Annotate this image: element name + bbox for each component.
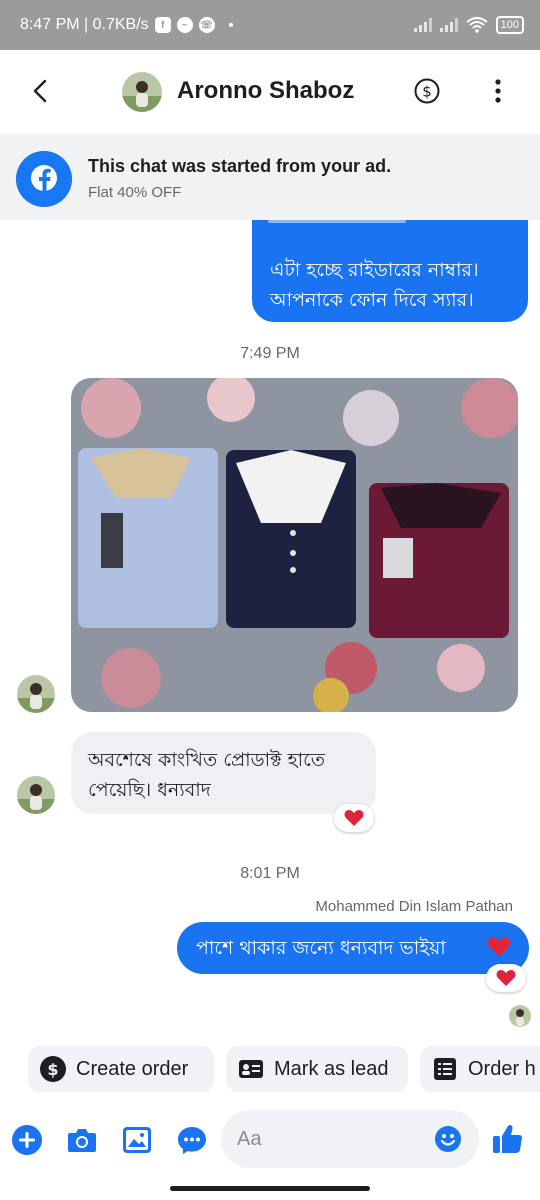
more-options-icon[interactable]	[488, 78, 508, 104]
contact-card-icon	[239, 1060, 263, 1078]
contact-avatar[interactable]	[122, 72, 162, 112]
contact-avatar-small[interactable]	[17, 675, 55, 713]
svg-text:$: $	[47, 1060, 58, 1079]
message-text: পাশে থাকার জন্যে ধন্যবাদ ভাইয়া	[196, 937, 446, 959]
heart-emoji-icon	[487, 937, 511, 957]
mark-as-lead-label: Mark as lead	[274, 1057, 389, 1080]
message-text: আপনাকে ফোন দিবে স্যার।	[270, 289, 474, 311]
message-text: এটা হচ্ছে রাইডারের নাম্বার।	[270, 259, 479, 281]
battery-icon: 100	[495, 16, 524, 34]
create-order-button[interactable]: $ Create order	[28, 1046, 214, 1092]
home-indicator[interactable]	[170, 1186, 370, 1191]
emoji-icon[interactable]	[434, 1125, 462, 1153]
notification-dot-icon	[228, 23, 233, 27]
heart-reaction[interactable]	[334, 804, 374, 832]
contact-avatar-small[interactable]	[17, 776, 55, 814]
order-history-label: Order h	[468, 1057, 536, 1080]
camera-icon[interactable]	[66, 1124, 98, 1156]
status-bar: 8:47 PM | 0.7KB/s f ~ ☏ 100	[0, 0, 540, 50]
chat-header: Aronno Shaboz $	[0, 50, 540, 134]
timestamp: 8:01 PM	[240, 865, 300, 882]
timestamp: 7:49 PM	[240, 345, 300, 362]
message-input[interactable]: Aa	[221, 1110, 479, 1168]
outgoing-message-bubble[interactable]: পাশে থাকার জন্যে ধন্যবাদ ভাইয়া	[177, 922, 529, 974]
gallery-icon[interactable]	[121, 1124, 153, 1156]
message-text: অবশেষে কাংখিত প্রোডাক্ট হাতে	[88, 749, 326, 771]
wifi-icon	[466, 17, 488, 33]
ad-banner-title: This chat was started from your ad.	[88, 156, 392, 176]
heart-icon	[496, 970, 516, 986]
message-text: পেয়েছি। ধন্যবাদ	[88, 779, 211, 801]
chat-bubble-icon[interactable]	[176, 1124, 208, 1156]
ad-origin-banner[interactable]	[0, 134, 540, 220]
phone-notification-icon: ☏	[198, 17, 215, 33]
signal-icon-2	[439, 18, 458, 32]
thumbs-up-icon[interactable]	[491, 1122, 525, 1156]
facebook-logo-icon	[16, 151, 72, 207]
message-input-placeholder: Aa	[237, 1128, 262, 1150]
seen-avatar	[509, 1005, 531, 1027]
heart-reaction[interactable]	[486, 964, 526, 992]
back-arrow-icon[interactable]	[26, 76, 56, 106]
order-history-button[interactable]: Order h	[420, 1046, 540, 1092]
sender-name: Mohammed Din Islam Pathan	[315, 898, 513, 915]
status-time-speed: 8:47 PM | 0.7KB/s	[20, 16, 149, 33]
heart-icon	[344, 810, 364, 826]
plus-icon[interactable]	[11, 1124, 43, 1156]
svg-text:$: $	[422, 83, 432, 101]
incoming-message-bubble[interactable]: অবশেষে কাংখিত প্রোডাক্ট হাতে পেয়েছি। ধন…	[71, 732, 376, 814]
dollar-circle-icon: $	[40, 1056, 66, 1082]
signal-icon	[413, 18, 432, 32]
product-photo[interactable]	[71, 378, 518, 712]
facebook-notification-icon: f	[154, 17, 171, 33]
mark-as-lead-button[interactable]: Mark as lead	[226, 1046, 408, 1092]
payment-dollar-icon[interactable]: $	[414, 78, 440, 104]
quoted-reply-bar	[268, 220, 406, 223]
messenger-notification-icon: ~	[176, 17, 193, 33]
contact-name[interactable]: Aronno Shaboz	[177, 77, 354, 105]
outgoing-message-bubble[interactable]: এটা হচ্ছে রাইডারের নাম্বার। আপনাকে ফোন দ…	[252, 220, 528, 322]
list-document-icon	[434, 1058, 456, 1080]
ad-banner-subtitle: Flat 40% OFF	[88, 184, 182, 201]
create-order-label: Create order	[76, 1057, 189, 1080]
